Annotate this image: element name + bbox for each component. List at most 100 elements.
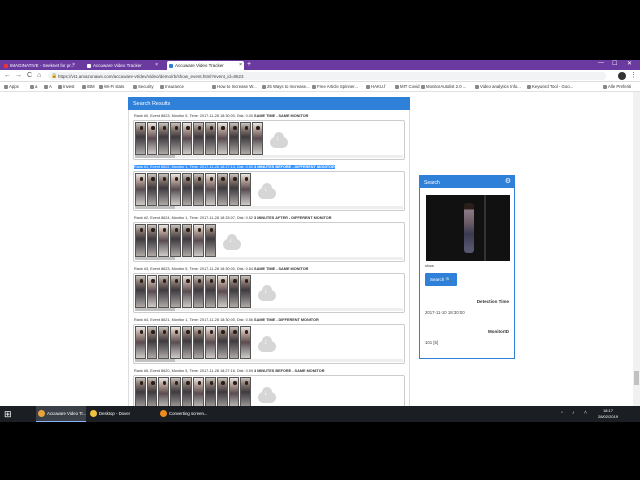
rank-thumbnail-strip[interactable] [133,120,405,160]
person-thumbnail[interactable] [158,224,170,257]
person-thumbnail[interactable] [146,173,158,206]
strip-scrollbar[interactable] [135,359,403,362]
person-thumbnail[interactable] [146,122,158,155]
strip-scrollbar-thumb[interactable] [135,359,175,362]
person-thumbnail[interactable] [146,275,158,308]
bookmark-item[interactable]: MonitorAutolist 2.0 ... [421,84,466,89]
person-thumbnail[interactable] [170,326,181,359]
search-button[interactable]: Search 🔍 [425,273,457,286]
back-icon[interactable]: ← [4,72,11,79]
maximize-icon[interactable]: ☐ [612,60,617,67]
volume-icon[interactable]: ♪ [572,410,575,416]
strip-scrollbar[interactable] [135,257,403,260]
page-scrollbar-thumb[interactable] [634,371,639,385]
bookmark-item[interactable]: A [44,84,52,89]
person-thumbnail[interactable] [205,122,216,155]
person-thumbnail[interactable] [240,122,251,155]
tab-video-tracker-1[interactable]: Accuware Video Tracker × [85,61,160,70]
cloud-download-icon[interactable] [269,132,288,148]
person-thumbnail[interactable] [193,122,205,155]
person-thumbnail[interactable] [228,275,240,308]
strip-scrollbar[interactable] [135,308,403,311]
person-thumbnail[interactable] [170,224,181,257]
person-thumbnail[interactable] [146,326,158,359]
person-thumbnail[interactable] [146,224,158,257]
person-thumbnail[interactable] [135,224,146,257]
person-thumbnail[interactable] [181,122,193,155]
bookmark-item[interactable]: How to Increase W... [212,84,257,89]
person-thumbnail[interactable] [240,173,251,206]
cloud-download-icon[interactable] [258,285,276,301]
tab-seeknet[interactable]: IMAGINATIVE - Seeknet for pr... × [2,61,77,70]
person-thumbnail[interactable] [228,122,240,155]
person-thumbnail[interactable] [158,326,170,359]
bookmark-item[interactable]: Security [133,84,154,89]
query-label[interactable]: show [425,264,434,268]
strip-scrollbar-thumb[interactable] [135,155,175,158]
person-thumbnail[interactable] [216,173,228,206]
person-thumbnail[interactable] [228,173,240,206]
strip-scrollbar-thumb[interactable] [135,308,175,311]
bookmark-item[interactable]: Apps [4,84,19,89]
person-thumbnail[interactable] [193,173,205,206]
person-thumbnail[interactable] [193,224,205,257]
cloud-download-icon[interactable] [222,234,241,250]
network-icon[interactable]: ◔ [560,410,563,416]
bookmark-item[interactable]: 25 Ways to Increase... [262,84,310,89]
strip-scrollbar[interactable] [135,206,403,209]
person-thumbnail[interactable] [135,326,146,359]
bookmark-item[interactable]: Video analytics Info... [475,84,521,89]
person-thumbnail[interactable] [251,122,263,155]
person-thumbnail[interactable] [216,275,228,308]
rank-thumbnail-strip[interactable] [133,273,405,313]
person-thumbnail[interactable] [205,224,216,257]
person-thumbnail[interactable] [181,224,193,257]
person-thumbnail[interactable] [193,326,205,359]
person-thumbnail[interactable] [158,275,170,308]
cloud-download-icon[interactable] [258,336,276,352]
person-thumbnail[interactable] [216,326,228,359]
bookmark-item[interactable]: Alle Preferiti [603,84,631,89]
person-thumbnail[interactable] [181,275,193,308]
tab-video-tracker-active[interactable]: Accuware Video Tracker × [167,61,244,70]
person-thumbnail[interactable] [193,275,205,308]
person-thumbnail[interactable] [170,173,181,206]
person-thumbnail[interactable] [170,275,181,308]
rank-thumbnail-strip[interactable] [133,171,405,211]
taskbar-app[interactable]: Accuware Video Tr... [36,406,86,422]
tab-close-icon[interactable]: × [72,62,75,68]
bookmark-item[interactable]: Wi-Fi stats [99,84,124,89]
person-thumbnail[interactable] [158,122,170,155]
menu-icon[interactable]: ⋮ [630,71,637,79]
bookmark-item[interactable]: IBM [82,84,95,89]
rank-thumbnail-strip[interactable] [133,324,405,364]
taskbar-app[interactable]: Converting screen... [158,406,210,422]
profile-avatar[interactable] [618,72,626,80]
minimize-icon[interactable]: — [598,60,604,66]
person-thumbnail[interactable] [205,173,216,206]
person-thumbnail[interactable] [216,122,228,155]
bookmark-item[interactable]: Free Article Spinner... [312,84,358,89]
gear-icon[interactable]: ⚙ [505,177,511,185]
person-thumbnail[interactable] [228,326,240,359]
person-thumbnail[interactable] [135,275,146,308]
close-window-icon[interactable]: ✕ [627,60,632,67]
taskbar-app[interactable]: Desktop - Dover [88,406,156,422]
cloud-download-icon[interactable] [258,387,276,403]
reload-icon[interactable]: C [27,72,32,79]
cloud-download-icon[interactable] [258,183,276,199]
bookmark-item[interactable]: Insurance [160,84,184,89]
person-thumbnail[interactable] [240,326,251,359]
bookmark-item[interactable]: a [30,84,37,89]
bookmark-item[interactable]: Invest [58,84,74,89]
strip-scrollbar[interactable] [135,155,403,158]
strip-scrollbar-thumb[interactable] [135,257,175,260]
rank-thumbnail-strip[interactable] [133,222,405,262]
bookmark-item[interactable]: Keyword Tool - Goo... [527,84,573,89]
windows-start-icon[interactable]: ⊞ [4,409,12,420]
strip-scrollbar-thumb[interactable] [135,206,175,209]
person-thumbnail[interactable] [205,326,216,359]
notification-arrow-icon[interactable]: ˄ [584,410,587,416]
person-thumbnail[interactable] [135,122,146,155]
tab-close-icon[interactable]: × [155,62,158,68]
